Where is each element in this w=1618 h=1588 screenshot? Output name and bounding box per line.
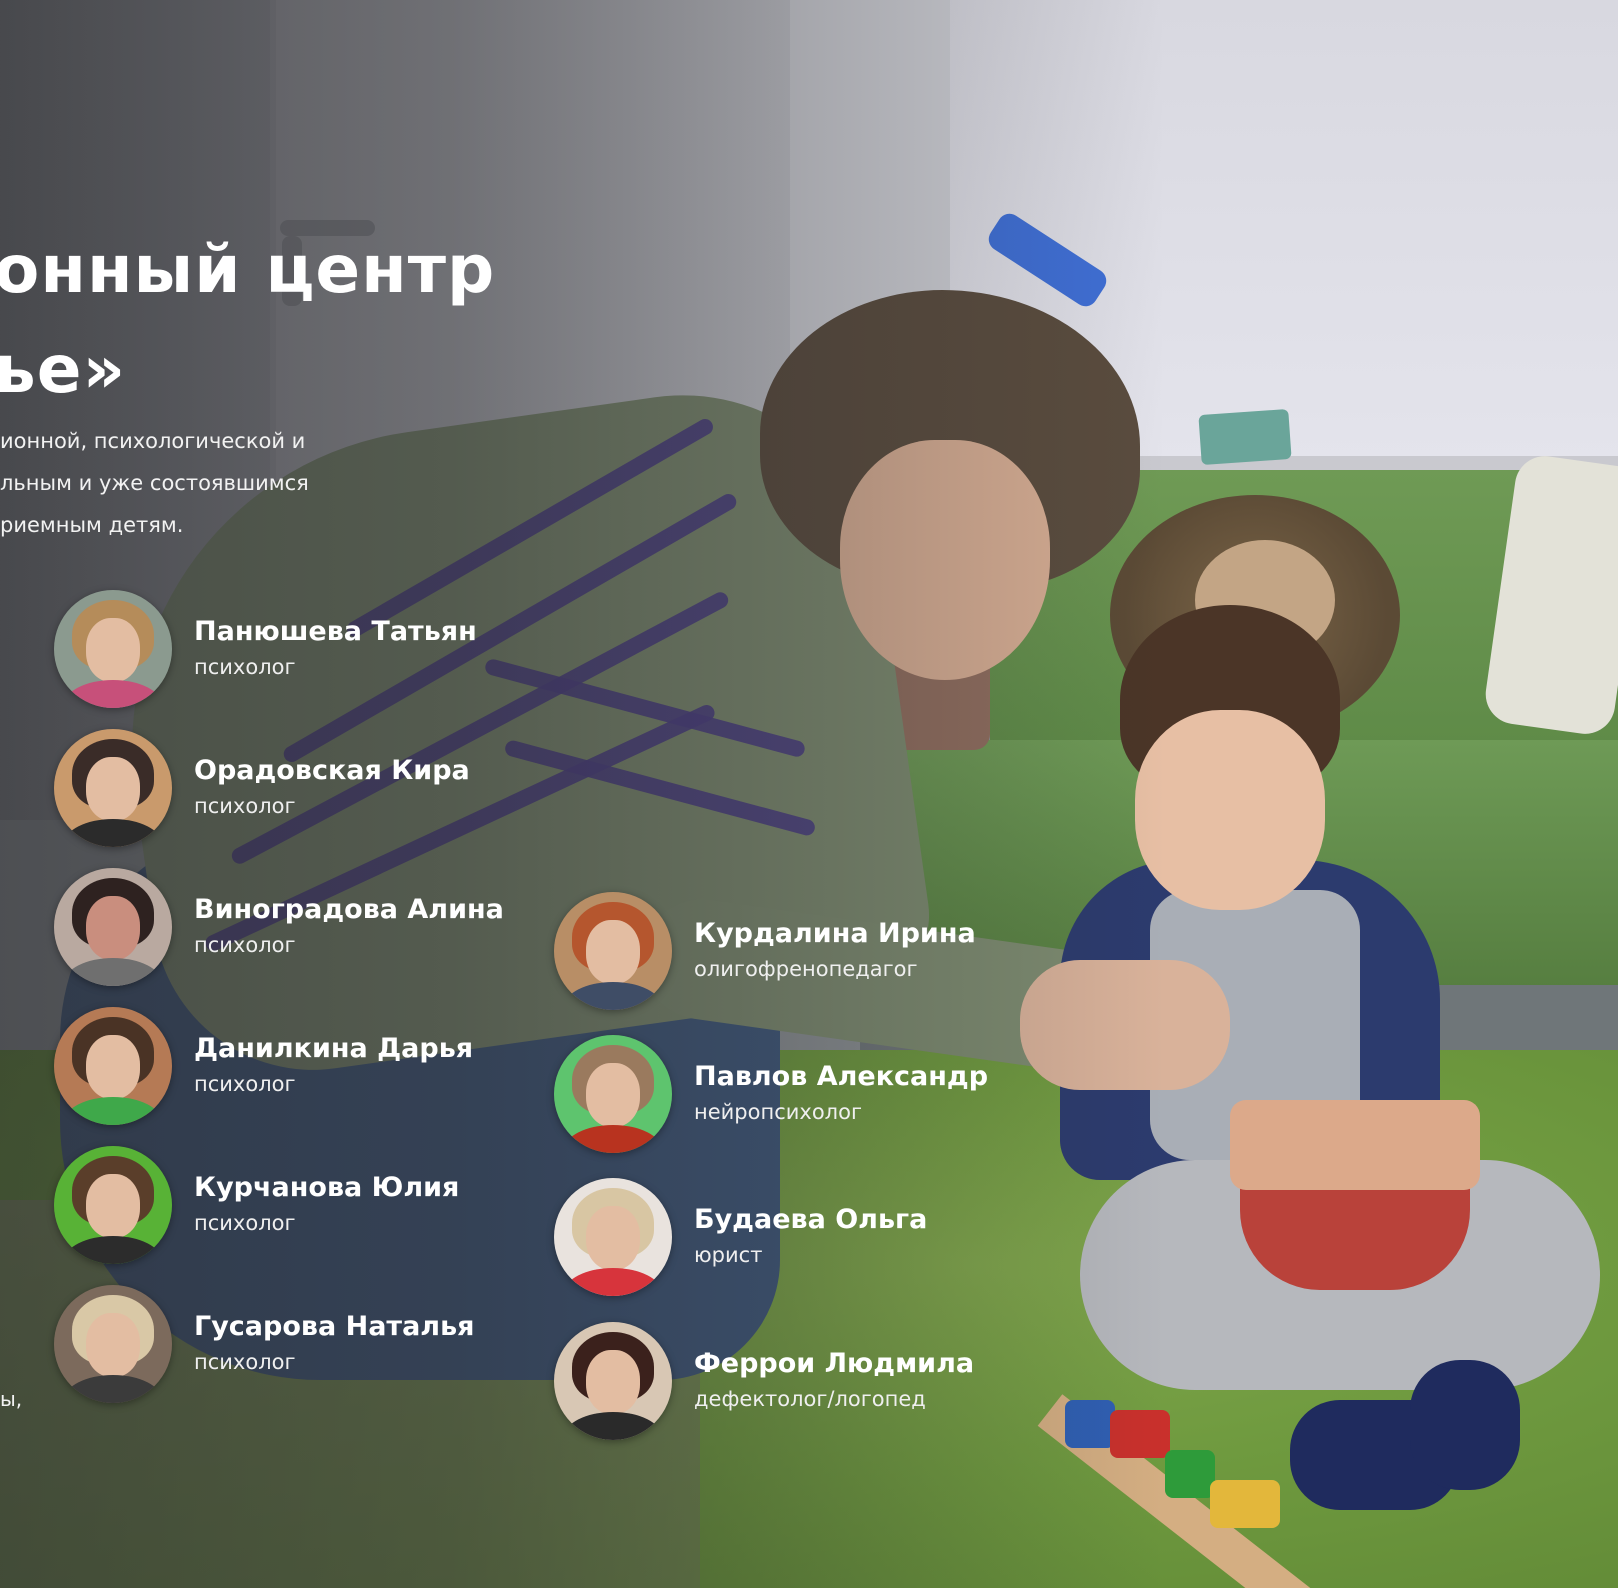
- specialist-name: Курдалина Ирина: [694, 918, 976, 949]
- specialist-card[interactable]: Панюшева Татьян психолог: [54, 590, 477, 708]
- specialist-role: дефектолог/логопед: [694, 1387, 926, 1411]
- hero-title: онный центр ье»: [0, 220, 495, 420]
- hero-description-line: льным и уже состоявшимся: [0, 471, 309, 495]
- hero-title-line: ье»: [0, 331, 127, 408]
- specialist-name: Будаева Ольга: [694, 1204, 928, 1235]
- specialist-avatar: [54, 868, 172, 986]
- specialist-avatar: [54, 1285, 172, 1403]
- specialist-name: Панюшева Татьян: [194, 616, 477, 647]
- specialist-name: Данилкина Дарья: [194, 1033, 474, 1064]
- specialist-role: психолог: [194, 1350, 296, 1374]
- specialist-avatar: [54, 590, 172, 708]
- specialist-role: психолог: [194, 794, 296, 818]
- cut-off-text: ы,: [0, 1387, 23, 1411]
- specialist-card[interactable]: Курдалина Ирина олигофренопедагог: [554, 892, 976, 1010]
- hero-description-line: риемным детям.: [0, 513, 184, 537]
- specialist-card[interactable]: Феррои Людмила дефектолог/логопед: [554, 1322, 974, 1440]
- specialist-role: нейропсихолог: [694, 1100, 862, 1124]
- specialist-role: олигофренопедагог: [694, 957, 918, 981]
- specialist-avatar: [554, 1035, 672, 1153]
- specialist-card[interactable]: Виноградова Алина психолог: [54, 868, 504, 986]
- specialist-avatar: [554, 1178, 672, 1296]
- specialist-name: Курчанова Юлия: [194, 1172, 460, 1203]
- specialist-name: Виноградова Алина: [194, 894, 504, 925]
- specialist-name: Павлов Александр: [694, 1061, 989, 1092]
- specialist-role: юрист: [694, 1243, 763, 1267]
- specialist-avatar: [54, 1007, 172, 1125]
- specialist-card[interactable]: Павлов Александр нейропсихолог: [554, 1035, 988, 1153]
- specialist-card[interactable]: Будаева Ольга юрист: [554, 1178, 927, 1296]
- hero-description: ионной, психологической и льным и уже со…: [0, 420, 380, 546]
- hero-description-line: ионной, психологической и: [0, 429, 306, 453]
- specialist-card[interactable]: Курчанова Юлия психолог: [54, 1146, 459, 1264]
- specialist-role: психолог: [194, 1211, 296, 1235]
- specialist-name: Орадовская Кира: [194, 755, 470, 786]
- specialist-role: психолог: [194, 1072, 296, 1096]
- specialist-role: психолог: [194, 933, 296, 957]
- hero-title-line: онный центр: [0, 231, 496, 308]
- specialist-role: психолог: [194, 655, 296, 679]
- specialist-avatar: [54, 729, 172, 847]
- specialist-name: Феррои Людмила: [694, 1348, 975, 1379]
- specialist-avatar: [554, 1322, 672, 1440]
- specialist-card[interactable]: Гусарова Наталья психолог: [54, 1285, 474, 1403]
- specialist-avatar: [554, 892, 672, 1010]
- specialist-card[interactable]: Орадовская Кира психолог: [54, 729, 470, 847]
- specialist-card[interactable]: Данилкина Дарья психолог: [54, 1007, 473, 1125]
- specialist-avatar: [54, 1146, 172, 1264]
- specialist-name: Гусарова Наталья: [194, 1311, 475, 1342]
